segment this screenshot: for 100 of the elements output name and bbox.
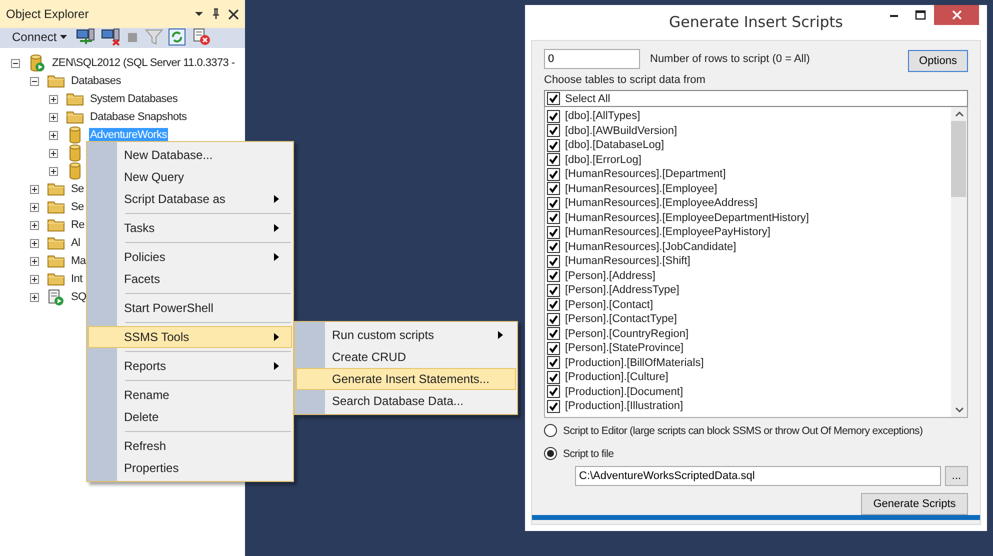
checkbox[interactable]: [547, 240, 560, 254]
menu-item[interactable]: Reports: [88, 355, 292, 377]
checkbox[interactable]: [547, 298, 560, 312]
rows-field[interactable]: 0: [544, 49, 640, 69]
menu-item[interactable]: New Query: [88, 166, 292, 188]
checkbox[interactable]: [547, 196, 560, 210]
checkbox[interactable]: [547, 254, 560, 268]
menu-item[interactable]: Properties: [88, 457, 292, 479]
tree-item[interactable]: Database Snapshots: [89, 110, 188, 124]
refresh-icon[interactable]: [168, 28, 186, 46]
dropdown-icon[interactable]: [194, 9, 204, 19]
expand-toggle[interactable]: [30, 238, 39, 248]
menu-item[interactable]: Create CRUD: [296, 346, 516, 368]
expand-toggle[interactable]: [30, 220, 39, 230]
tree-item[interactable]: Ma: [70, 254, 87, 268]
select-all-label: Select All: [565, 92, 610, 104]
menu-item[interactable]: Search Database Data...: [296, 390, 516, 412]
menu-item[interactable]: Delete: [88, 406, 292, 428]
menu-item[interactable]: Refresh: [88, 435, 292, 457]
checkbox[interactable]: [547, 110, 560, 123]
tree-item[interactable]: System Databases: [89, 92, 179, 106]
scroll-down-icon[interactable]: [954, 407, 964, 413]
expand-toggle[interactable]: [30, 76, 39, 86]
connect-button[interactable]: Connect: [6, 30, 71, 44]
checkbox[interactable]: [547, 327, 560, 340]
expand-toggle[interactable]: [11, 58, 20, 68]
menu-item[interactable]: Start PowerShell: [88, 297, 292, 319]
scrollbar-thumb[interactable]: [951, 121, 966, 197]
tree-item[interactable]: Re: [70, 218, 86, 232]
checkbox[interactable]: [547, 312, 560, 326]
menu-item[interactable]: Script Database as: [88, 188, 292, 210]
table-name: [HumanResources].[Shift]: [565, 255, 690, 268]
expand-toggle[interactable]: [49, 148, 58, 158]
tree-item[interactable]: Al: [70, 236, 82, 250]
table-name: [HumanResources].[EmployeePayHistory]: [565, 226, 770, 238]
menu-item[interactable]: Rename: [88, 384, 292, 406]
options-button[interactable]: Options: [908, 50, 968, 72]
menu-item[interactable]: New Database...: [88, 144, 292, 166]
tree-item[interactable]: SQ: [70, 290, 88, 304]
expand-toggle[interactable]: [30, 202, 39, 212]
tree-item[interactable]: Se: [70, 182, 85, 196]
close-icon[interactable]: [228, 8, 239, 20]
table-name: [HumanResources].[Employee]: [565, 182, 718, 195]
tree-item[interactable]: ZEN\SQL2012 (SQL Server 11.0.3373 -: [51, 56, 236, 70]
tree-item[interactable]: Int: [70, 272, 84, 286]
checkbox[interactable]: [547, 211, 560, 224]
disconnect-server-icon[interactable]: [100, 28, 121, 46]
expand-toggle[interactable]: [49, 112, 58, 122]
expand-toggle[interactable]: [49, 166, 58, 176]
checkbox[interactable]: [547, 226, 560, 239]
expand-toggle[interactable]: [30, 274, 39, 284]
folder-icon: [47, 236, 65, 250]
checkbox[interactable]: [547, 400, 560, 413]
menu-item[interactable]: Tasks: [88, 217, 292, 239]
checkbox[interactable]: [547, 124, 560, 138]
checkbox[interactable]: [547, 356, 560, 370]
expand-toggle[interactable]: [49, 130, 58, 140]
checkbox[interactable]: [547, 138, 560, 152]
expand-toggle[interactable]: [30, 292, 39, 302]
checkbox[interactable]: [547, 92, 560, 105]
expand-toggle[interactable]: [49, 94, 58, 104]
script-delete-icon[interactable]: [190, 28, 211, 46]
table-name: [Person].[AddressType]: [565, 284, 680, 296]
checkbox[interactable]: [547, 370, 560, 384]
table-name: [Production].[Illustration]: [565, 400, 684, 412]
table-name: [HumanResources].[JobCandidate]: [565, 240, 736, 253]
menu-item[interactable]: Run custom scripts: [296, 324, 516, 346]
connect-server-icon[interactable]: [76, 28, 96, 46]
table-name: [dbo].[ErrorLog]: [565, 154, 642, 166]
expand-toggle[interactable]: [30, 184, 39, 194]
pin-icon[interactable]: [211, 8, 221, 20]
file-path-field[interactable]: C:\AdventureWorksScriptedData.sql: [575, 466, 941, 486]
menu-item[interactable]: SSMS Tools: [88, 326, 292, 348]
checkbox[interactable]: [547, 342, 560, 355]
checkbox[interactable]: [547, 284, 560, 297]
checkbox[interactable]: [547, 385, 560, 398]
generate-scripts-button[interactable]: Generate Scripts: [861, 493, 968, 515]
tables-label: Choose tables to script data from: [544, 74, 706, 88]
scrollbar[interactable]: [951, 107, 967, 417]
folder-icon: [66, 92, 84, 106]
table-name: [Production].[BillOfMaterials]: [565, 356, 704, 369]
checkbox[interactable]: [547, 168, 560, 181]
tree-item[interactable]: Databases: [70, 74, 122, 88]
close-button[interactable]: [934, 5, 979, 25]
table-name: [Production].[Document]: [565, 386, 684, 398]
tree-item[interactable]: Se: [70, 200, 85, 214]
menu-item[interactable]: Policies: [88, 246, 292, 268]
menu-item[interactable]: Facets: [88, 268, 292, 290]
table-name: [Person].[Address]: [565, 270, 656, 282]
menu-item[interactable]: Generate Insert Statements...: [296, 368, 516, 390]
scroll-up-icon[interactable]: [954, 111, 964, 117]
expand-toggle[interactable]: [30, 256, 39, 266]
browse-button[interactable]: ...: [945, 466, 968, 486]
radio-button[interactable]: [544, 424, 557, 437]
folder-icon: [66, 110, 84, 124]
checkbox[interactable]: [547, 182, 560, 196]
folder-icon: [47, 272, 65, 286]
checkbox[interactable]: [547, 269, 560, 282]
checkbox[interactable]: [547, 153, 560, 166]
radio-button[interactable]: [544, 447, 557, 460]
